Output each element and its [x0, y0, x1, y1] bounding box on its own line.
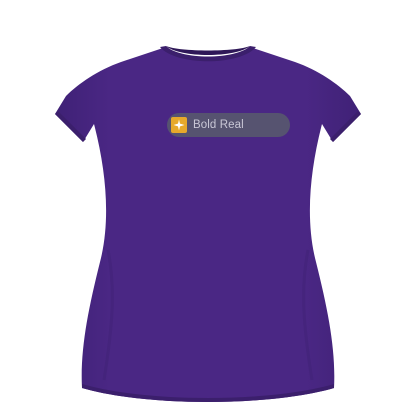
print-label: Bold Real	[193, 119, 244, 131]
product-photo: Bold Real	[0, 0, 416, 416]
tshirt	[55, 46, 361, 402]
shirt-body	[55, 48, 361, 402]
print-badge: Bold Real	[167, 113, 290, 137]
sparkle-icon	[171, 117, 187, 133]
